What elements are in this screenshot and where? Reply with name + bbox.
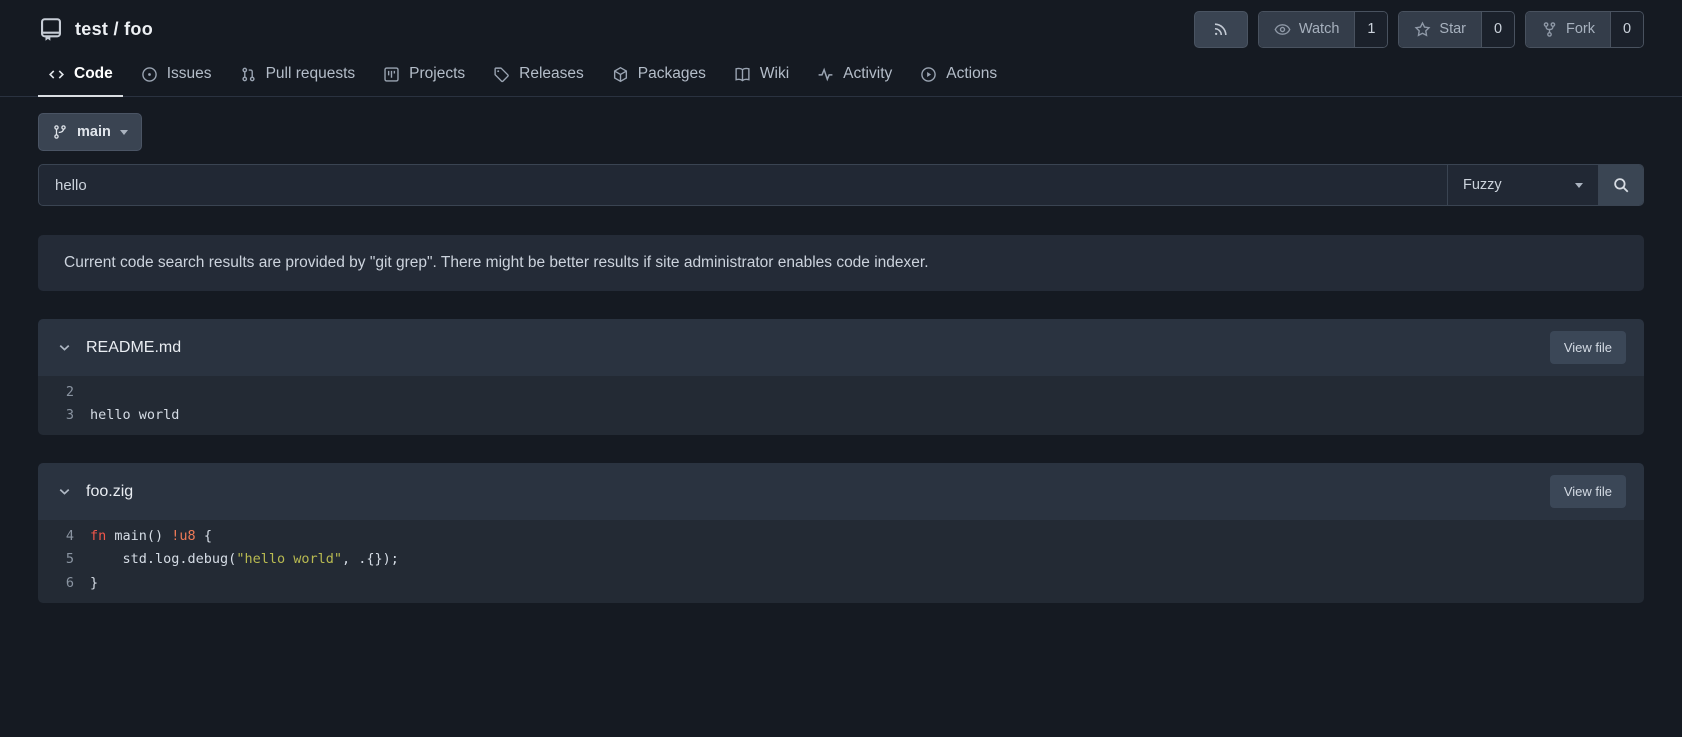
tag-icon (493, 66, 510, 83)
tab-label: Issues (166, 65, 212, 82)
repo-title[interactable]: test / foo (75, 19, 153, 40)
repo-tabs-bar: Code Issues Pull requests Projects Relea… (0, 52, 1682, 97)
tab-label: Packages (637, 65, 706, 82)
tab-actions[interactable]: Actions (910, 52, 1007, 97)
fork-count[interactable]: 0 (1610, 11, 1643, 47)
tab-label: Pull requests (265, 65, 356, 82)
project-icon (383, 66, 400, 83)
line-content: fn main() !u8 { (90, 527, 212, 544)
package-icon (612, 66, 629, 83)
search-result-readme: README.md View file 2 3 hello world (38, 319, 1644, 435)
chevron-down-icon[interactable] (56, 339, 73, 356)
tab-code[interactable]: Code (38, 52, 123, 97)
tab-label: Releases (519, 65, 584, 82)
code-line: 3 hello world (38, 404, 1644, 428)
result-filename[interactable]: foo.zig (86, 483, 133, 501)
rss-button[interactable] (1193, 10, 1248, 48)
branch-name: main (77, 124, 111, 140)
code-line: 6} (38, 571, 1644, 595)
chevron-down-icon (119, 129, 128, 135)
watch-count[interactable]: 1 (1354, 11, 1388, 47)
book-icon (734, 66, 751, 83)
search-mode-value: Fuzzy (1463, 177, 1502, 193)
pulse-icon (817, 66, 834, 83)
tab-wiki[interactable]: Wiki (724, 52, 799, 97)
rss-icon (1212, 21, 1229, 38)
code-icon (48, 66, 65, 83)
star-count[interactable]: 0 (1481, 11, 1514, 47)
tab-projects[interactable]: Projects (373, 52, 475, 97)
git-branch-icon (52, 124, 68, 140)
line-content: } (90, 574, 99, 591)
tab-label: Projects (409, 65, 466, 82)
line-number[interactable]: 6 (38, 575, 90, 591)
result-header: foo.zig View file (38, 463, 1644, 520)
fork-button-group: Fork 0 (1525, 10, 1644, 48)
line-content: hello world (90, 407, 180, 424)
star-button-group: Star 0 (1398, 10, 1515, 48)
code-search-bar: Fuzzy (38, 164, 1644, 206)
line-number[interactable]: 5 (38, 551, 90, 567)
fork-button[interactable]: Fork (1526, 11, 1610, 47)
eye-icon (1274, 21, 1291, 38)
view-file-button[interactable]: View file (1549, 331, 1626, 364)
search-icon (1612, 176, 1630, 194)
tab-activity[interactable]: Activity (807, 52, 902, 97)
star-icon (1414, 20, 1431, 38)
tab-label: Code (74, 65, 113, 82)
line-number[interactable]: 3 (38, 407, 90, 423)
repo-actions: Watch 1 Star 0 Fork 0 (1193, 10, 1644, 48)
fork-icon (1541, 21, 1558, 38)
branch-selector-button[interactable]: main (38, 113, 142, 151)
code-preview: 4 fn main() !u8 {5 std.log.debug("hello w… (38, 520, 1644, 603)
chevron-down-icon (1575, 182, 1583, 188)
line-content: std.log.debug("hello world", .{}); (90, 551, 399, 568)
tab-label: Wiki (759, 65, 790, 82)
chevron-down-icon[interactable] (56, 483, 73, 500)
tab-issues[interactable]: Issues (131, 52, 222, 97)
search-button[interactable] (1598, 165, 1643, 205)
code-preview: 2 3 hello world (38, 376, 1644, 435)
watch-button-group: Watch 1 (1257, 10, 1389, 48)
line-number[interactable]: 4 (38, 528, 90, 544)
tab-releases[interactable]: Releases (483, 52, 594, 97)
line-number[interactable]: 2 (38, 384, 90, 400)
star-button[interactable]: Star (1399, 11, 1481, 47)
git-pull-request-icon (240, 66, 257, 83)
tab-pull-requests[interactable]: Pull requests (230, 52, 366, 97)
repo-header: test / foo Watch 1 Star 0 Fork 0 (0, 0, 1682, 52)
watch-button[interactable]: Watch (1258, 11, 1355, 47)
code-line: 5 std.log.debug("hello world", .{}); (38, 548, 1644, 572)
search-mode-dropdown[interactable]: Fuzzy (1447, 165, 1598, 205)
tab-label: Activity (843, 65, 893, 82)
watch-label: Watch (1298, 21, 1340, 37)
search-result-foozig: foo.zig View file 4 fn main() !u8 {5 std.… (38, 463, 1644, 603)
search-notice: Current code search results are provided… (38, 235, 1644, 291)
fork-label: Fork (1566, 21, 1595, 37)
repo-icon (38, 16, 64, 42)
code-line: 4 fn main() !u8 { (38, 524, 1644, 548)
issue-opened-icon (141, 66, 158, 83)
result-header: README.md View file (38, 319, 1644, 376)
search-input[interactable] (39, 165, 1447, 205)
view-file-button[interactable]: View file (1549, 475, 1626, 508)
result-filename[interactable]: README.md (86, 339, 181, 357)
star-label: Star (1439, 21, 1466, 37)
play-circle-icon (920, 66, 937, 83)
tab-label: Actions (946, 65, 998, 82)
code-line: 2 (38, 380, 1644, 404)
tab-packages[interactable]: Packages (602, 52, 716, 97)
